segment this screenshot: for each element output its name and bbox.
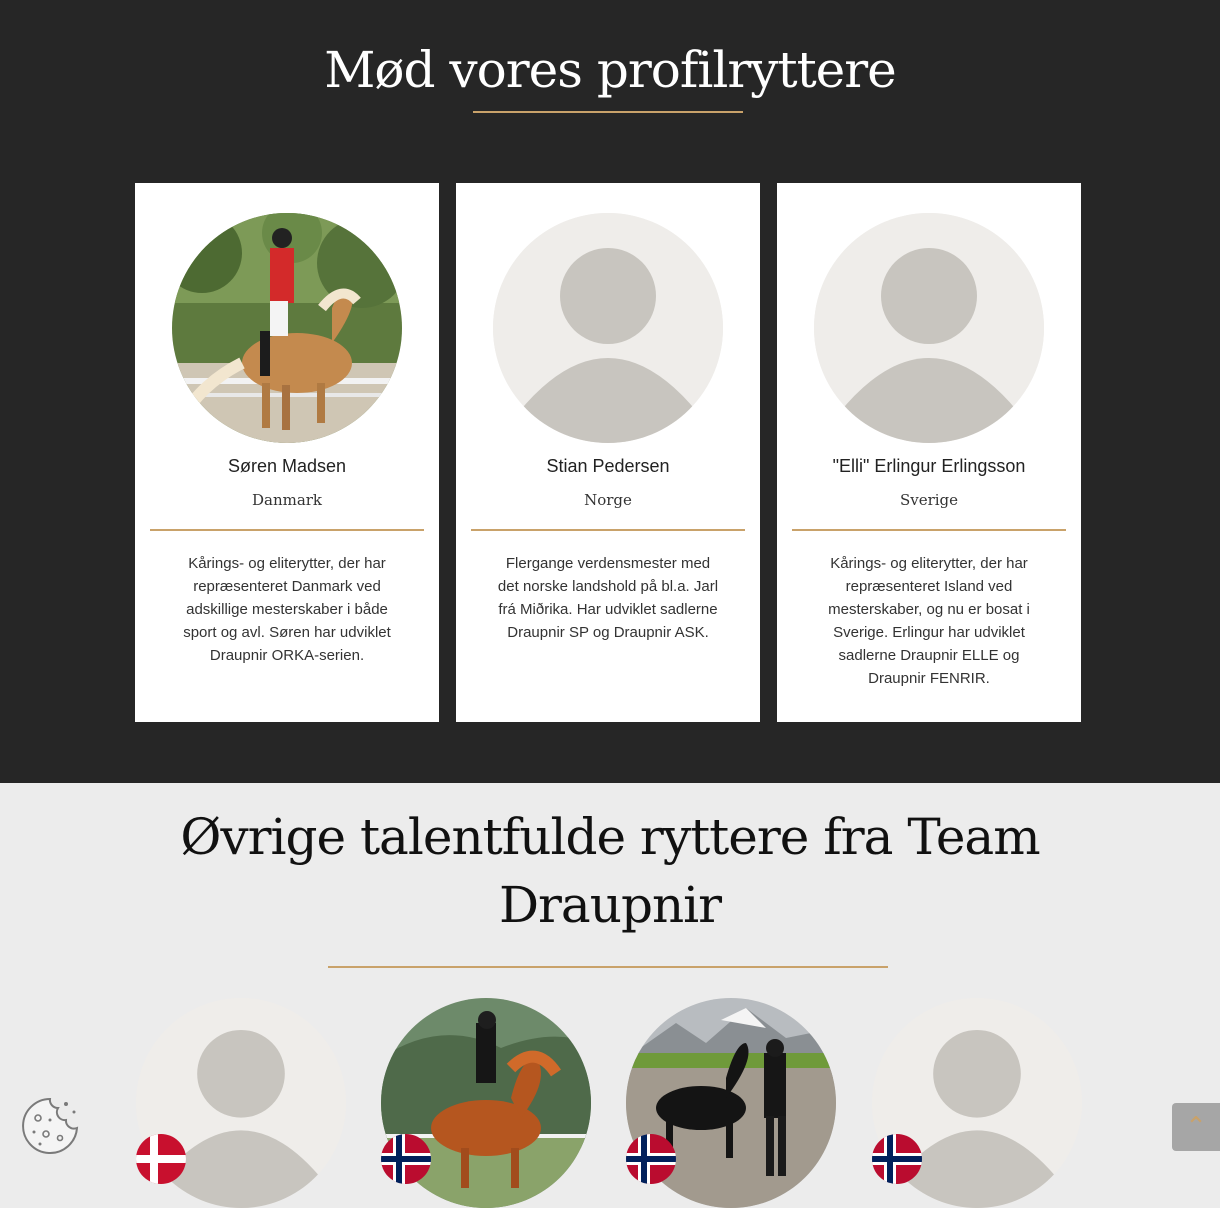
- rider-photo-placeholder: [493, 213, 723, 443]
- placeholder-avatar-icon: [814, 213, 1044, 443]
- chevron-up-icon: ⌃: [1185, 1112, 1207, 1142]
- rider-country: Sverige: [899, 491, 959, 509]
- title-divider: [328, 966, 888, 968]
- card-divider: [792, 529, 1066, 531]
- rider-on-palomino-horse-photo: [172, 213, 402, 443]
- norway-flag-icon: [381, 1134, 431, 1184]
- rider-card-soren: Søren Madsen Danmark Kårings- og elitery…: [135, 183, 439, 722]
- rider-photo: [172, 213, 402, 443]
- cookie-settings-button[interactable]: [20, 1096, 80, 1156]
- rider-photo-placeholder: [814, 213, 1044, 443]
- title-divider: [473, 111, 743, 113]
- cookie-icon: [22, 1097, 79, 1154]
- rider-card-erlingur: "Elli" Erlingur Erlingsson Sverige Kårin…: [777, 183, 1081, 722]
- placeholder-avatar-icon: [493, 213, 723, 443]
- rider-name: "Elli" Erlingur Erlingsson: [832, 456, 1026, 476]
- denmark-flag-icon: [136, 1134, 186, 1184]
- rider-name: Stian Pedersen: [546, 456, 670, 476]
- rider-description: Kårings- og eliterytter, der har repræse…: [828, 555, 1030, 687]
- rider-country: Danmark: [251, 491, 323, 509]
- card-divider: [150, 529, 424, 531]
- profile-section-title: Mød vores profilryttere: [324, 41, 897, 99]
- card-divider: [471, 529, 745, 531]
- rider-country: Norge: [584, 491, 632, 509]
- other-riders-title: Øvrige talentfulde ryttere fra Team Drau…: [180, 808, 1040, 934]
- norway-flag-icon: [872, 1134, 922, 1184]
- rider-name: Søren Madsen: [227, 456, 347, 476]
- back-to-top-button[interactable]: ⌃: [1172, 1103, 1220, 1151]
- norway-flag-icon: [626, 1134, 676, 1184]
- rider-description: Kårings- og eliterytter, der har repræse…: [183, 555, 391, 664]
- rider-card-stian: Stian Pedersen Norge Flergange verdensme…: [456, 183, 760, 722]
- rider-description: Flergange verdensmester med det norske l…: [497, 555, 719, 641]
